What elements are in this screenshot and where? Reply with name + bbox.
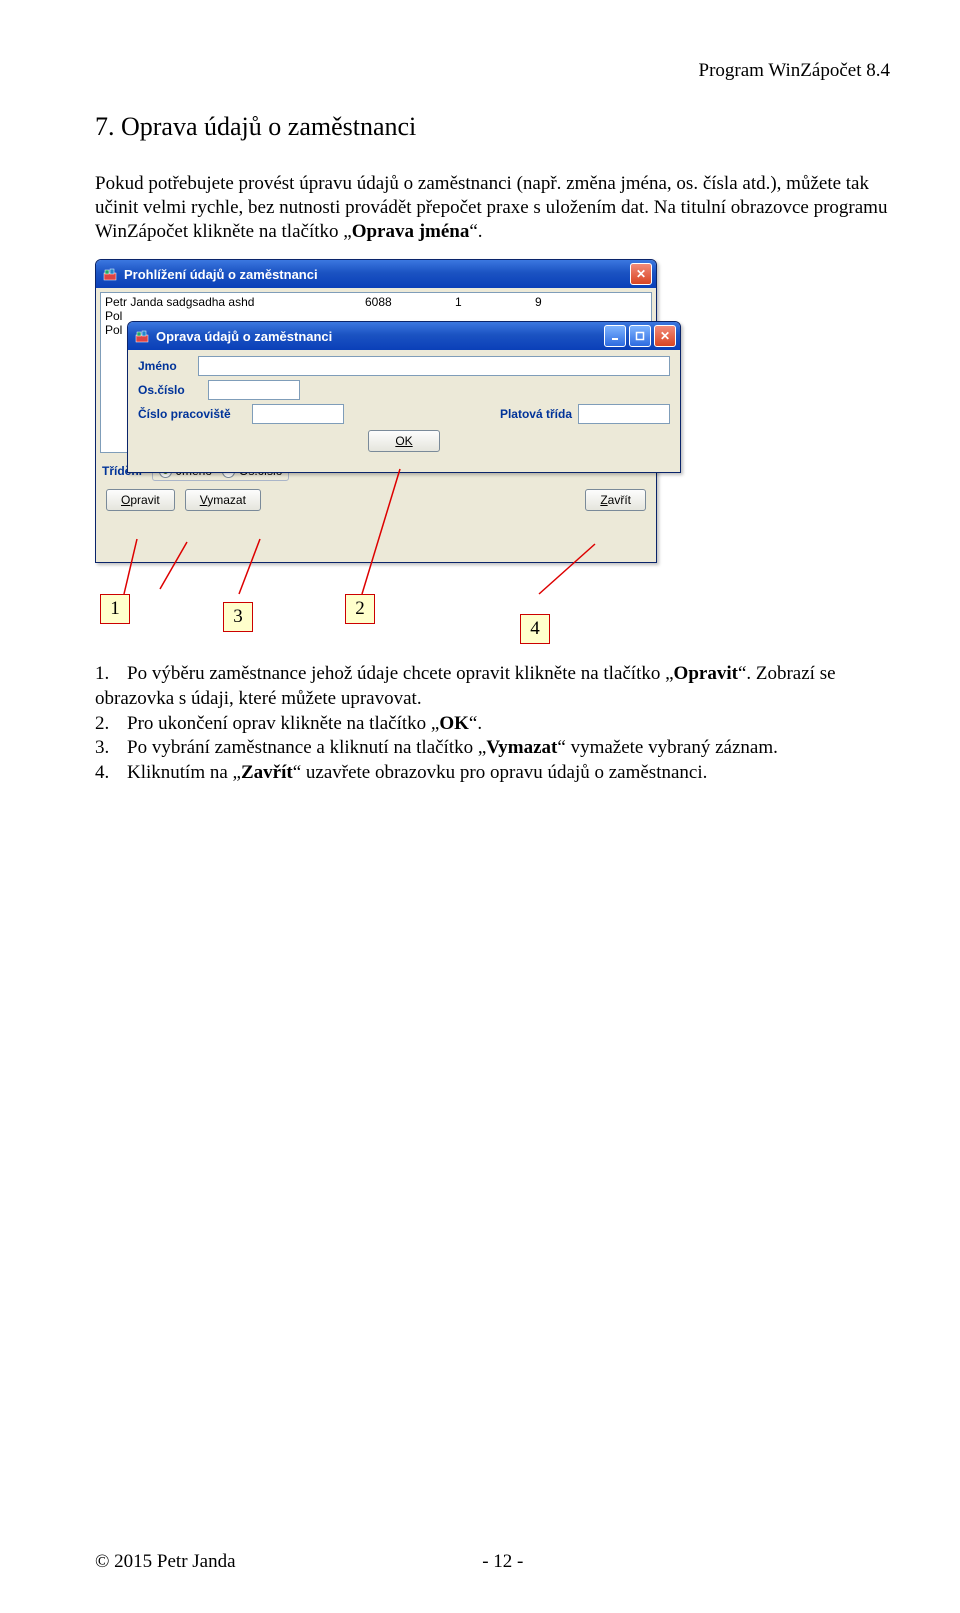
instr-text: Po vybrání zaměstnance a kliknutí na tla… (127, 737, 486, 758)
section-heading: 7. Oprava údajů o zaměstnanci (95, 112, 890, 142)
input-trida[interactable] (578, 404, 670, 424)
instr-num-4: 4. (95, 761, 127, 786)
cell-osc: 6088 (365, 295, 455, 309)
edit-button[interactable]: Opravit (106, 489, 175, 511)
window-title-edit: Oprava údajů o zaměstnanci (156, 329, 332, 344)
cell-prac: 1 (455, 295, 535, 309)
header-program-name: Program WinZápočet 8.4 (95, 60, 890, 82)
instr-bold: OK (439, 713, 469, 734)
instruction-4: 4.Kliknutím na „Zavřít“ uzavřete obrazov… (95, 761, 890, 786)
minimize-icon[interactable] (604, 325, 626, 347)
callout-box-1: 1 (100, 594, 130, 624)
instructions-list: 1.Po výběru zaměstnance jehož údaje chce… (95, 662, 890, 785)
close-icon[interactable]: ✕ (630, 263, 652, 285)
cell-trida: 9 (535, 295, 542, 309)
cell-name: Petr Janda sadgsadha ashd (105, 295, 365, 309)
intro-text-1: Pokud potřebujete provést úpravu údajů o… (95, 173, 887, 242)
label-jmeno: Jméno (138, 359, 192, 373)
instr-num-3: 3. (95, 736, 127, 761)
instr-text: “ uzavřete obrazovku pro opravu údajů o … (293, 762, 708, 783)
instr-num-2: 2. (95, 712, 127, 737)
instr-bold: Zavřít (241, 762, 293, 783)
label-pracoviste: Číslo pracoviště (138, 407, 246, 421)
window-title-browse: Prohlížení údajů o zaměstnanci (124, 267, 318, 282)
callout-numbers: 1 3 2 4 (95, 574, 890, 644)
instr-text: Pro ukončení oprav klikněte na tlačítko … (127, 713, 439, 734)
button-row: Opravit Vymazat Zavřít (100, 487, 652, 513)
maximize-icon[interactable] (629, 325, 651, 347)
input-jmeno[interactable] (198, 356, 670, 376)
intro-paragraph: Pokud potřebujete provést úpravu údajů o… (95, 172, 890, 243)
intro-bold: Oprava jména (352, 221, 470, 242)
app-icon (102, 266, 118, 282)
input-oscislo[interactable] (208, 380, 300, 400)
delete-button[interactable]: Vymazat (185, 489, 261, 511)
screenshot-figure: Prohlížení údajů o zaměstnanci ✕ Petr Ja… (95, 259, 660, 574)
footer-page-number: - 12 - (236, 1551, 770, 1573)
instruction-1: 1.Po výběru zaměstnance jehož údaje chce… (95, 662, 890, 711)
instr-text: Po výběru zaměstnance jehož údaje chcete… (127, 663, 674, 684)
label-trida: Platová třída (500, 407, 572, 421)
callout-box-4: 4 (520, 614, 550, 644)
window-edit-employee: Oprava údajů o zaměstnanci ✕ Jméno Os.čí… (127, 321, 681, 473)
app-icon (134, 328, 150, 344)
instr-num-1: 1. (95, 662, 127, 687)
label-oscislo: Os.číslo (138, 383, 202, 397)
instruction-3: 3.Po vybrání zaměstnance a kliknutí na t… (95, 736, 890, 761)
instr-text: “ vymažete vybraný záznam. (557, 737, 778, 758)
instruction-2: 2.Pro ukončení oprav klikněte na tlačítk… (95, 712, 890, 737)
intro-text-2: “. (469, 221, 482, 242)
close-icon[interactable]: ✕ (654, 325, 676, 347)
instr-text: “. (469, 713, 482, 734)
close-button[interactable]: Zavřít (585, 489, 646, 511)
cell-trunc: Pol (105, 323, 122, 337)
input-pracoviste[interactable] (252, 404, 344, 424)
list-item[interactable]: Petr Janda sadgsadha ashd 6088 1 9 (105, 295, 647, 309)
cell-trunc: Pol (105, 309, 122, 323)
edit-form: Jméno Os.číslo Číslo pracoviště Platová … (128, 350, 680, 458)
callout-box-2: 2 (345, 594, 375, 624)
titlebar-browse[interactable]: Prohlížení údajů o zaměstnanci ✕ (96, 260, 656, 288)
page-footer: © 2015 Petr Janda - 12 - (95, 1551, 890, 1573)
instr-text: Kliknutím na „ (127, 762, 241, 783)
ok-button[interactable]: OK (368, 430, 439, 452)
footer-copyright: © 2015 Petr Janda (95, 1551, 236, 1573)
instr-bold: Vymazat (486, 737, 557, 758)
titlebar-edit[interactable]: Oprava údajů o zaměstnanci ✕ (128, 322, 680, 350)
callout-box-3: 3 (223, 602, 253, 632)
instr-bold: Opravit (674, 663, 738, 684)
